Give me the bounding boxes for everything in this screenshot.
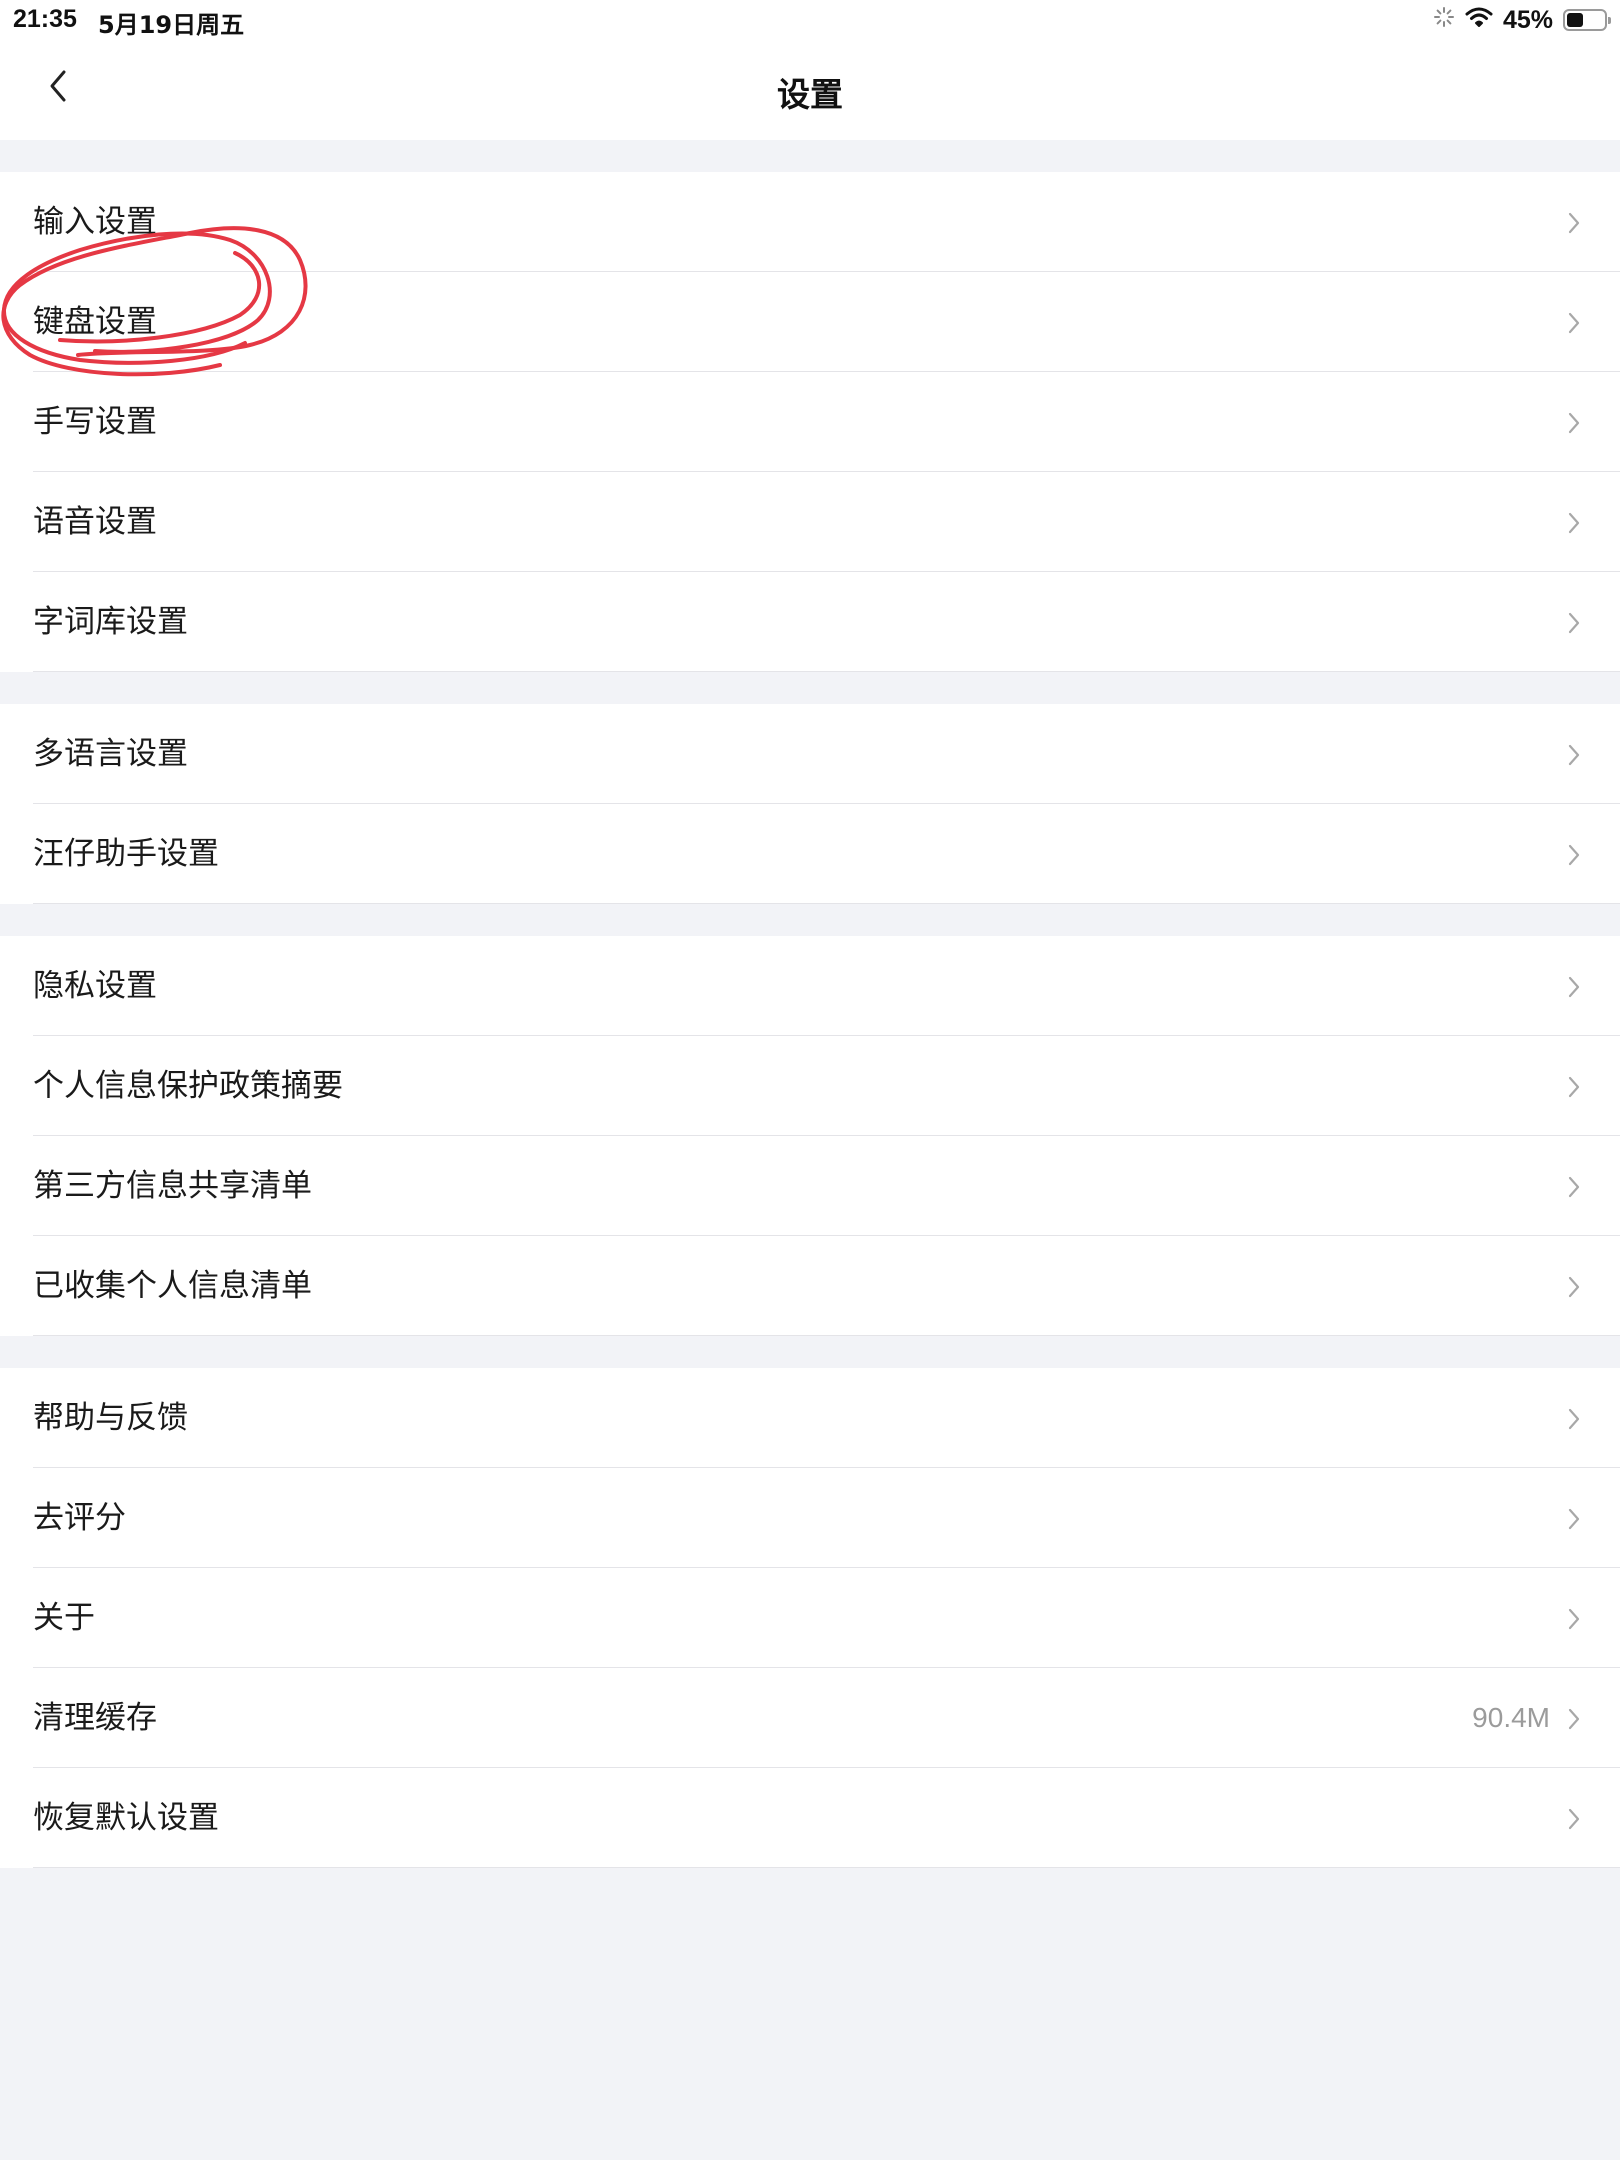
chevron-right-icon xyxy=(1564,210,1584,236)
row-divider xyxy=(33,671,1620,672)
settings-row[interactable]: 汪仔助手设置 xyxy=(0,804,1620,904)
settings-screen: 21:35 5月19日周五 45% 设置 输入设置 键盘设置 手写设置 语音设置… xyxy=(0,0,1620,2160)
activity-spinner-icon xyxy=(1433,6,1455,35)
row-divider xyxy=(33,1867,1620,1868)
settings-group: 多语言设置汪仔助手设置 xyxy=(0,704,1620,904)
settings-row-label: 第三方信息共享清单 xyxy=(33,1168,312,1204)
status-bar: 21:35 5月19日周五 45% xyxy=(0,0,1620,40)
settings-row[interactable]: 第三方信息共享清单 xyxy=(0,1136,1620,1236)
settings-row[interactable]: 手写设置 xyxy=(0,372,1620,472)
chevron-right-icon xyxy=(1564,1506,1584,1532)
settings-row[interactable]: 已收集个人信息清单 xyxy=(0,1236,1620,1336)
battery-cap xyxy=(1608,17,1611,24)
navigation-bar: 设置 xyxy=(0,40,1620,140)
settings-row[interactable]: 个人信息保护政策摘要 xyxy=(0,1036,1620,1136)
row-divider xyxy=(33,903,1620,904)
settings-row-label: 汪仔助手设置 xyxy=(33,836,219,872)
battery-percent: 45% xyxy=(1502,5,1553,34)
chevron-right-icon xyxy=(1564,1174,1584,1200)
settings-row[interactable]: 输入设置 xyxy=(0,172,1620,272)
settings-row-label: 清理缓存 xyxy=(33,1700,157,1736)
settings-row-label: 个人信息保护政策摘要 xyxy=(33,1068,343,1104)
settings-row-label: 输入设置 xyxy=(33,204,157,240)
chevron-right-icon xyxy=(1564,610,1584,636)
status-time: 21:35 xyxy=(13,5,77,33)
chevron-right-icon xyxy=(1564,1706,1584,1732)
settings-group: 输入设置键盘设置手写设置语音设置字词库设置 xyxy=(0,172,1620,672)
chevron-right-icon xyxy=(1564,742,1584,768)
battery-icon xyxy=(1563,9,1611,31)
settings-row-label: 手写设置 xyxy=(33,404,157,440)
settings-group: 隐私设置个人信息保护政策摘要 第三方信息共享清单 已收集个人信息清单 xyxy=(0,936,1620,1336)
settings-row-label: 隐私设置 xyxy=(33,968,157,1004)
settings-row-label: 语音设置 xyxy=(33,504,157,540)
settings-row-label: 多语言设置 xyxy=(33,736,188,772)
chevron-right-icon xyxy=(1564,310,1584,336)
settings-row[interactable]: 隐私设置 xyxy=(0,936,1620,1036)
settings-row-label: 键盘设置 xyxy=(33,304,157,340)
settings-row-label: 已收集个人信息清单 xyxy=(33,1268,312,1304)
battery-level xyxy=(1567,13,1583,27)
status-date: 5月19日周五 xyxy=(98,11,245,39)
settings-row[interactable]: 清理缓存 90.4M xyxy=(0,1668,1620,1768)
chevron-right-icon xyxy=(1564,1406,1584,1432)
chevron-right-icon xyxy=(1564,510,1584,536)
settings-row[interactable]: 多语言设置 xyxy=(0,704,1620,804)
settings-row[interactable]: 键盘设置 xyxy=(0,272,1620,372)
chevron-right-icon xyxy=(1564,1606,1584,1632)
chevron-right-icon xyxy=(1564,410,1584,436)
chevron-right-icon xyxy=(1564,1806,1584,1832)
settings-row-label: 帮助与反馈 xyxy=(33,1400,188,1436)
chevron-right-icon xyxy=(1564,1274,1584,1300)
settings-row-label: 恢复默认设置 xyxy=(33,1800,219,1836)
settings-row[interactable]: 语音设置 xyxy=(0,472,1620,572)
status-indicators: 45% xyxy=(1433,4,1611,36)
settings-row-label: 关于 xyxy=(33,1600,95,1636)
chevron-right-icon xyxy=(1564,1074,1584,1100)
settings-row[interactable]: 帮助与反馈 xyxy=(0,1368,1620,1468)
settings-row-label: 去评分 xyxy=(33,1500,126,1536)
settings-row-label: 字词库设置 xyxy=(33,604,188,640)
settings-row[interactable]: 关于 xyxy=(0,1568,1620,1668)
settings-row[interactable]: 字词库设置 xyxy=(0,572,1620,672)
page-title: 设置 xyxy=(777,75,843,114)
settings-row[interactable]: 恢复默认设置 xyxy=(0,1768,1620,1868)
settings-group: 帮助与反馈去评分关于清理缓存 90.4M 恢复默认设置 xyxy=(0,1368,1620,1868)
row-divider xyxy=(33,1335,1620,1336)
wifi-icon xyxy=(1465,6,1493,35)
chevron-right-icon xyxy=(1564,974,1584,1000)
chevron-right-icon xyxy=(1564,842,1584,868)
settings-row[interactable]: 去评分 xyxy=(0,1468,1620,1568)
settings-row-value: 90.4M xyxy=(1472,1702,1550,1733)
